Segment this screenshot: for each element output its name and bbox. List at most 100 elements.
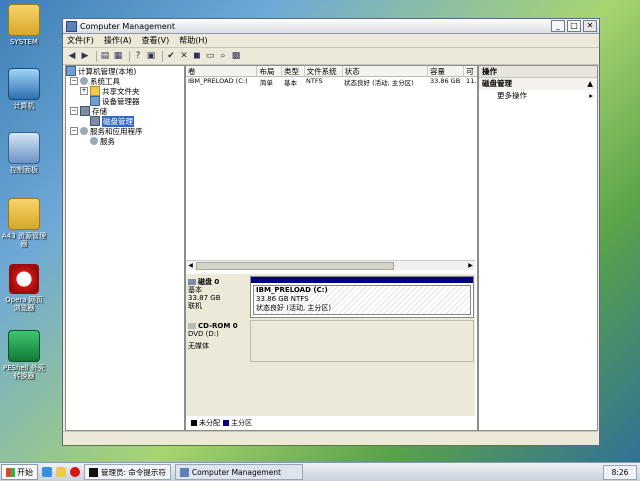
opera-quicklaunch-icon[interactable] bbox=[70, 467, 80, 477]
taskbar-item-command-prompt[interactable]: 管理员: 命令提示符 bbox=[84, 464, 171, 480]
more-actions-label: 更多操作 bbox=[497, 91, 527, 100]
tree-item-disk-management[interactable]: 磁盘管理 bbox=[66, 115, 184, 127]
windows-flag-icon bbox=[6, 467, 15, 477]
desktop-icon-a43[interactable]: A43 资源管理器 bbox=[2, 198, 46, 248]
computer-management-icon bbox=[179, 467, 189, 477]
start-button[interactable]: 开始 bbox=[1, 464, 38, 480]
clock[interactable]: 8:26 bbox=[603, 465, 637, 480]
tree-item-services-apps[interactable]: − 服务和应用程序 bbox=[66, 126, 184, 136]
volume-list-header: 卷 布局 类型 文件系统 状态 容量 可 bbox=[186, 66, 477, 77]
disk-icon[interactable]: ◼ bbox=[192, 51, 202, 61]
maximize-button[interactable]: □ bbox=[567, 20, 581, 32]
volume-type: 基本 bbox=[284, 79, 297, 87]
menu-file[interactable]: 文件(F) bbox=[67, 35, 94, 46]
taskbar-item-computer-management[interactable]: Computer Management bbox=[174, 464, 303, 480]
column-header-free[interactable]: 可 bbox=[464, 66, 477, 76]
chevron-right-icon: ▸ bbox=[589, 91, 593, 100]
tree-item-shared-folders[interactable]: + 共享文件夹 bbox=[66, 86, 184, 96]
check-icon[interactable]: ✔ bbox=[166, 51, 176, 61]
title-bar[interactable]: Computer Management _ □ ✕ bbox=[63, 19, 599, 34]
open-folder-icon[interactable]: ▭ bbox=[205, 51, 215, 61]
volume-status: 状态良好 (活动, 主分区) bbox=[344, 79, 414, 87]
disk-0-label[interactable]: 磁盘 0 基本 33.87 GB 联机 bbox=[188, 278, 246, 316]
disk-0-state: 联机 bbox=[188, 302, 202, 310]
tree-item-services[interactable]: 服务 bbox=[66, 136, 184, 146]
desktop-icon-control-panel[interactable]: 控制面板 bbox=[2, 132, 46, 174]
desktop-icon-computer[interactable]: 计算机 bbox=[2, 68, 46, 110]
primary-partition-bar bbox=[251, 277, 473, 283]
menu-view[interactable]: 查看(V) bbox=[142, 35, 170, 46]
column-header-type[interactable]: 类型 bbox=[282, 66, 305, 76]
device-manager-icon bbox=[90, 96, 100, 106]
toolbar: ◀ ▶ ▤ ▦ ? ▣ ✔ ✕ ◼ ▭ ⌕ ▩ bbox=[63, 48, 599, 65]
collapse-toggle-icon[interactable]: − bbox=[70, 107, 78, 115]
tree-item-system-tools[interactable]: − 系统工具 bbox=[66, 76, 184, 86]
desktop-icon-label: 控制面板 bbox=[10, 166, 38, 174]
computer-icon bbox=[8, 68, 40, 100]
minimize-button[interactable]: _ bbox=[551, 20, 565, 32]
browser-quicklaunch-icon[interactable] bbox=[42, 467, 52, 477]
collapse-toggle-icon[interactable]: − bbox=[70, 127, 78, 135]
column-header-capacity[interactable]: 容量 bbox=[428, 66, 465, 76]
folder-quicklaunch-icon[interactable] bbox=[56, 467, 66, 477]
navigation-tree: 计算机管理(本地) − 系统工具 + 共享文件夹 设备管理器 − 存储 磁盘管理… bbox=[65, 65, 185, 431]
scroll-right-icon[interactable]: ▶ bbox=[466, 261, 475, 270]
desktop-icon-label: SYSTEM bbox=[10, 38, 38, 46]
back-icon[interactable]: ◀ bbox=[67, 51, 77, 61]
taskbar: 开始 管理员: 命令提示符 Computer Management 8:26 bbox=[0, 462, 640, 481]
primary-swatch bbox=[223, 420, 229, 426]
tree-item-label: 服务 bbox=[100, 136, 115, 146]
column-header-status[interactable]: 状态 bbox=[343, 66, 428, 76]
cdrom-0-area bbox=[250, 320, 474, 362]
services-icon bbox=[90, 137, 98, 145]
horizontal-scrollbar[interactable]: ◀ ▶ bbox=[186, 260, 475, 270]
menu-action[interactable]: 操作(A) bbox=[104, 35, 132, 46]
tree-item-label: 设备管理器 bbox=[102, 96, 140, 106]
folder-icon bbox=[8, 4, 40, 36]
tree-item-device-manager[interactable]: 设备管理器 bbox=[66, 96, 184, 106]
storage-icon bbox=[80, 106, 90, 116]
show-hide-tree-icon[interactable]: ▦ bbox=[113, 51, 123, 61]
up-folder-icon[interactable]: ▤ bbox=[100, 51, 110, 61]
tree-item-storage[interactable]: − 存储 bbox=[66, 106, 184, 116]
more-actions-item[interactable]: 更多操作 ▸ bbox=[479, 90, 597, 102]
help-icon[interactable]: ? bbox=[133, 51, 143, 61]
export-icon[interactable]: ▩ bbox=[231, 51, 241, 61]
table-row[interactable]: IBM_PRELOAD (C:) 简单 基本 NTFS 状态良好 (活动, 主分… bbox=[186, 77, 477, 87]
partition-name: IBM_PRELOAD (C:) bbox=[256, 286, 328, 294]
expand-toggle-icon[interactable]: + bbox=[80, 87, 88, 95]
close-button[interactable]: ✕ bbox=[583, 20, 597, 32]
partition-c[interactable]: IBM_PRELOAD (C:) 33.86 GB NTFS 状态良好 (活动,… bbox=[253, 285, 471, 315]
collapse-up-icon[interactable]: ▲ bbox=[587, 78, 593, 90]
taskbar-item-label: 管理员: 命令提示符 bbox=[101, 467, 166, 477]
legend-unallocated: 未分配 bbox=[199, 419, 220, 427]
scroll-left-icon[interactable]: ◀ bbox=[186, 261, 195, 270]
forward-icon[interactable]: ▶ bbox=[80, 51, 90, 61]
search-icon[interactable]: ⌕ bbox=[218, 51, 228, 61]
actions-pane: 操作 磁盘管理 ▲ 更多操作 ▸ bbox=[478, 65, 598, 431]
column-header-filesystem[interactable]: 文件系统 bbox=[305, 66, 343, 76]
disk-0-type: 基本 bbox=[188, 286, 202, 294]
desktop-icon-label: PEShell 外壳转换器 bbox=[3, 364, 45, 380]
column-header-layout[interactable]: 布局 bbox=[257, 66, 283, 76]
cdrom-0-media: 无媒体 bbox=[188, 342, 209, 350]
menu-help[interactable]: 帮助(H) bbox=[179, 35, 207, 46]
actions-section-label: 磁盘管理 bbox=[482, 79, 512, 88]
command-prompt-icon bbox=[89, 467, 98, 477]
desktop-icon-label: Opera 网页浏览器 bbox=[5, 296, 43, 312]
desktop-icon-peshell[interactable]: PEShell 外壳转换器 bbox=[2, 330, 46, 380]
volume-filesystem: NTFS bbox=[306, 77, 323, 85]
scrollbar-thumb[interactable] bbox=[196, 262, 394, 270]
desktop-icon-system[interactable]: SYSTEM bbox=[2, 4, 46, 46]
column-header-volume[interactable]: 卷 bbox=[186, 66, 258, 76]
disk-graph-view: 磁盘 0 基本 33.87 GB 联机 IBM_PRELOAD (C:) 33.… bbox=[186, 274, 475, 416]
properties-icon[interactable]: ▣ bbox=[146, 51, 156, 61]
actions-section-disk-management[interactable]: 磁盘管理 ▲ bbox=[479, 78, 597, 90]
desktop-icon-opera[interactable]: Opera 网页浏览器 bbox=[2, 264, 46, 312]
cdrom-0-label[interactable]: CD-ROM 0 DVD (D:) 无媒体 bbox=[188, 322, 246, 358]
file-manager-icon bbox=[8, 198, 40, 230]
delete-icon[interactable]: ✕ bbox=[179, 51, 189, 61]
partition-size: 33.86 GB NTFS bbox=[256, 295, 309, 303]
tree-item-root[interactable]: 计算机管理(本地) bbox=[66, 66, 184, 76]
collapse-toggle-icon[interactable]: − bbox=[70, 77, 78, 85]
